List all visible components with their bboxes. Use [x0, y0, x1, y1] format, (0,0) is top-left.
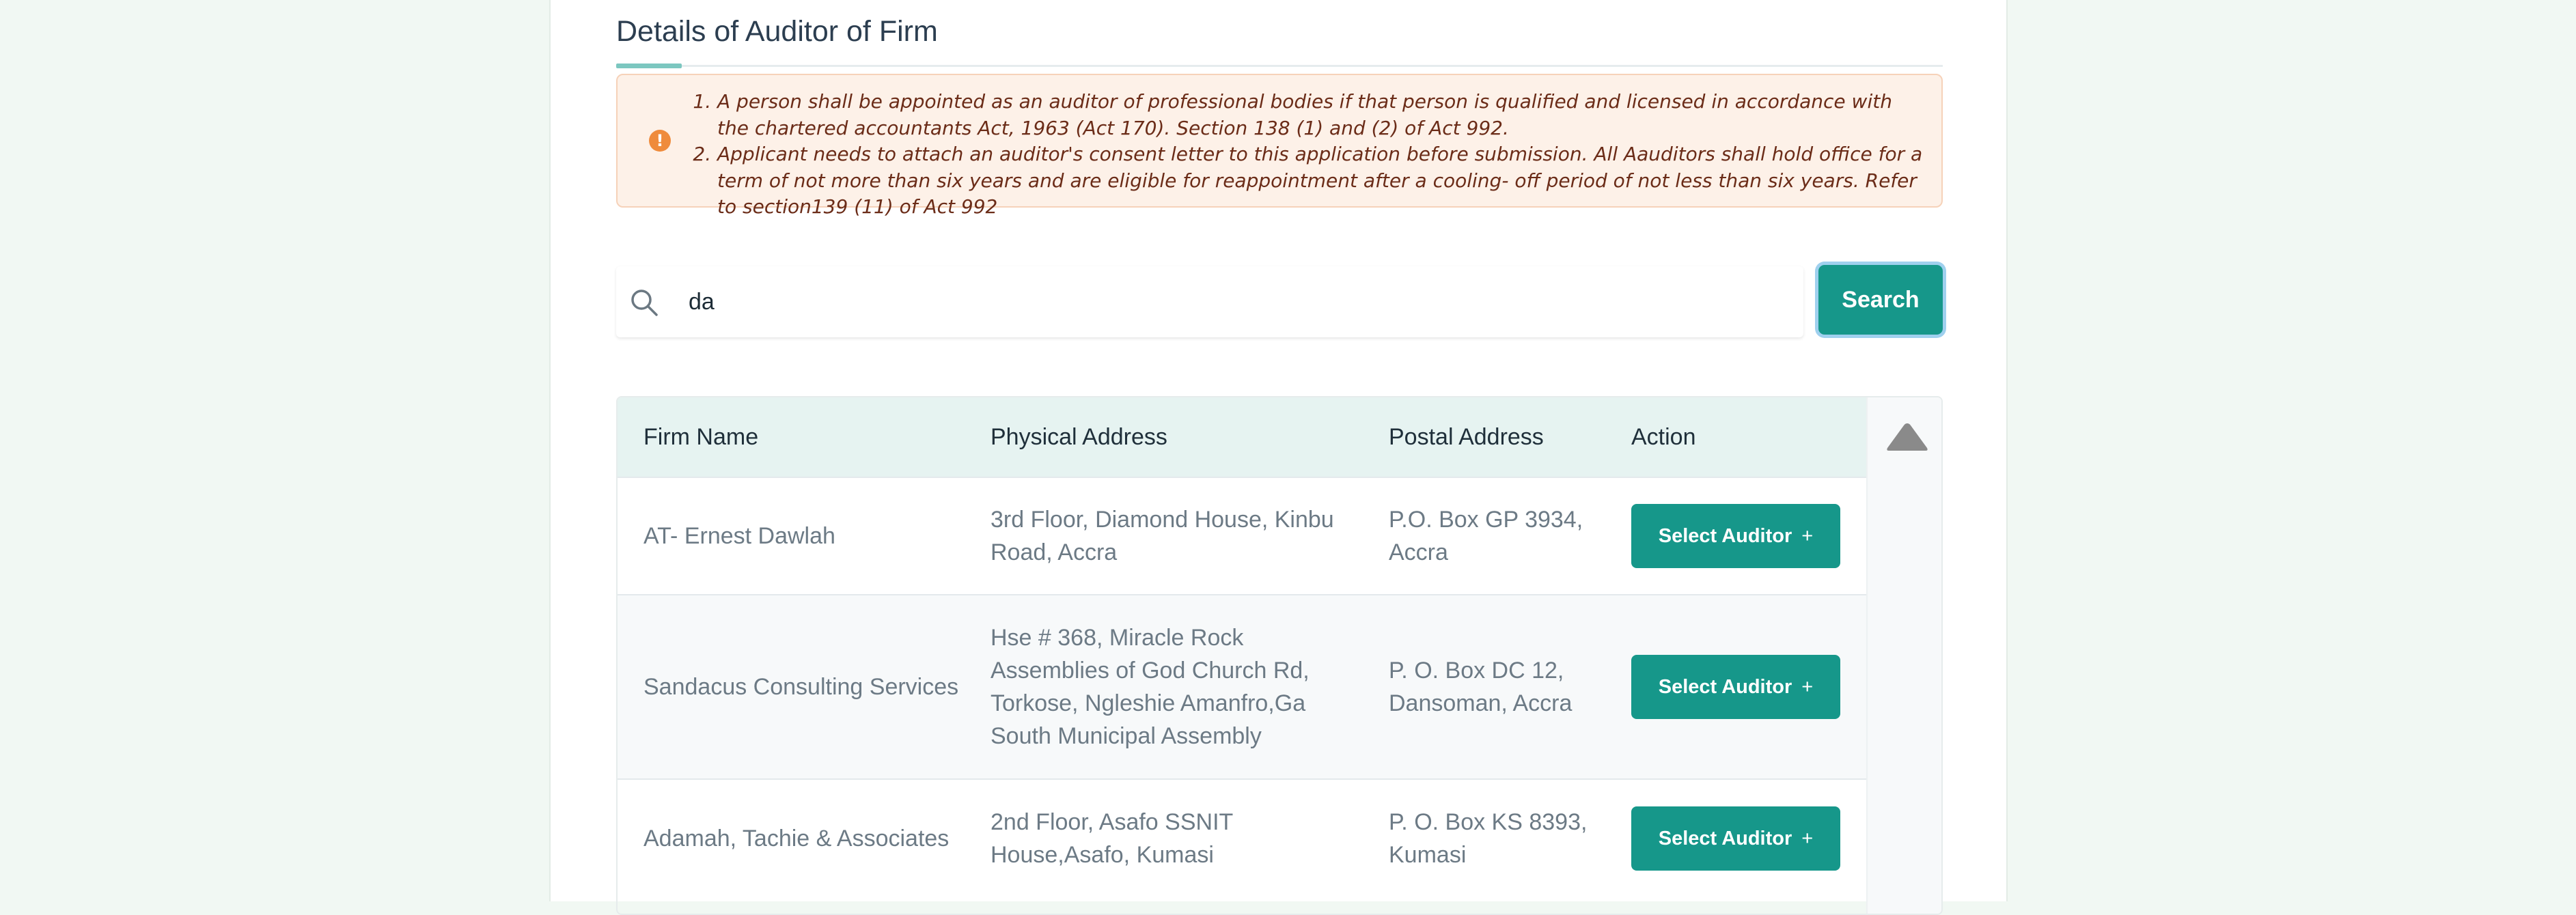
select-auditor-label: Select Auditor [1658, 676, 1792, 698]
plus-icon: + [1801, 827, 1814, 849]
firm-name-cell: AT- Ernest Dawlah [618, 477, 965, 595]
table-row: Sandacus Consulting Services Hse # 368, … [618, 594, 1869, 779]
action-cell: Select Auditor + [1605, 477, 1869, 595]
select-auditor-label: Select Auditor [1658, 827, 1792, 849]
search-icon [631, 290, 658, 316]
auditor-table-container: Firm Name Physical Address Postal Addres… [616, 396, 1943, 915]
select-auditor-button[interactable]: Select Auditor + [1631, 806, 1840, 871]
header-firm-name: Firm Name [618, 397, 965, 477]
search-input[interactable]: da [616, 266, 1803, 337]
section-title: Details of Auditor of Firm [616, 15, 938, 48]
table-scroll-column [1866, 397, 1941, 914]
physical-address-cell: 3rd Floor, Diamond House, Kinbu Road, Ac… [965, 477, 1363, 595]
select-auditor-button[interactable]: Select Auditor + [1631, 655, 1840, 719]
firm-name-cell: Sandacus Consulting Services [618, 594, 965, 779]
table-row: AT- Ernest Dawlah 3rd Floor, Diamond Hou… [618, 477, 1869, 595]
plus-icon: + [1801, 525, 1814, 547]
form-card: Details of Auditor of Firm ! A person sh… [549, 0, 2008, 915]
search-row: da Search [616, 265, 1943, 340]
table-header-row: Firm Name Physical Address Postal Addres… [618, 397, 1869, 477]
header-postal-address: Postal Address [1363, 397, 1605, 477]
postal-address-cell: P. O. Box KS 8393, Kumasi [1363, 778, 1605, 897]
action-cell: Select Auditor + [1605, 778, 1869, 897]
postal-address-cell: P.O. Box GP 3934, Accra [1363, 477, 1605, 595]
auditor-table: Firm Name Physical Address Postal Addres… [618, 397, 1869, 897]
firm-name-cell: Adamah, Tachie & Associates [618, 778, 965, 897]
title-underline [616, 64, 682, 68]
select-auditor-label: Select Auditor [1658, 525, 1792, 547]
scroll-up-arrow-icon[interactable] [1885, 421, 1930, 453]
select-auditor-button[interactable]: Select Auditor + [1631, 504, 1840, 568]
notice-list: A person shall be appointed as an audito… [693, 89, 1925, 221]
physical-address-cell: Hse # 368, Miracle Rock Assemblies of Go… [965, 594, 1363, 779]
notice-alert: ! A person shall be appointed as an audi… [616, 74, 1943, 218]
table-row: Adamah, Tachie & Associates 2nd Floor, A… [618, 778, 1869, 897]
search-button[interactable]: Search [1818, 265, 1943, 335]
notice-item: Applicant needs to attach an auditor's c… [717, 141, 1925, 221]
section-header: Details of Auditor of Firm [616, 12, 1943, 68]
header-physical-address: Physical Address [965, 397, 1363, 477]
header-action: Action [1605, 397, 1869, 477]
search-input-value: da [689, 289, 715, 315]
warning-icon: ! [649, 130, 671, 152]
postal-address-cell: P. O. Box DC 12, Dansoman, Accra [1363, 594, 1605, 779]
action-cell: Select Auditor + [1605, 594, 1869, 779]
physical-address-cell: 2nd Floor, Asafo SSNIT House,Asafo, Kuma… [965, 778, 1363, 897]
plus-icon: + [1801, 676, 1814, 698]
notice-item: A person shall be appointed as an audito… [717, 89, 1925, 141]
